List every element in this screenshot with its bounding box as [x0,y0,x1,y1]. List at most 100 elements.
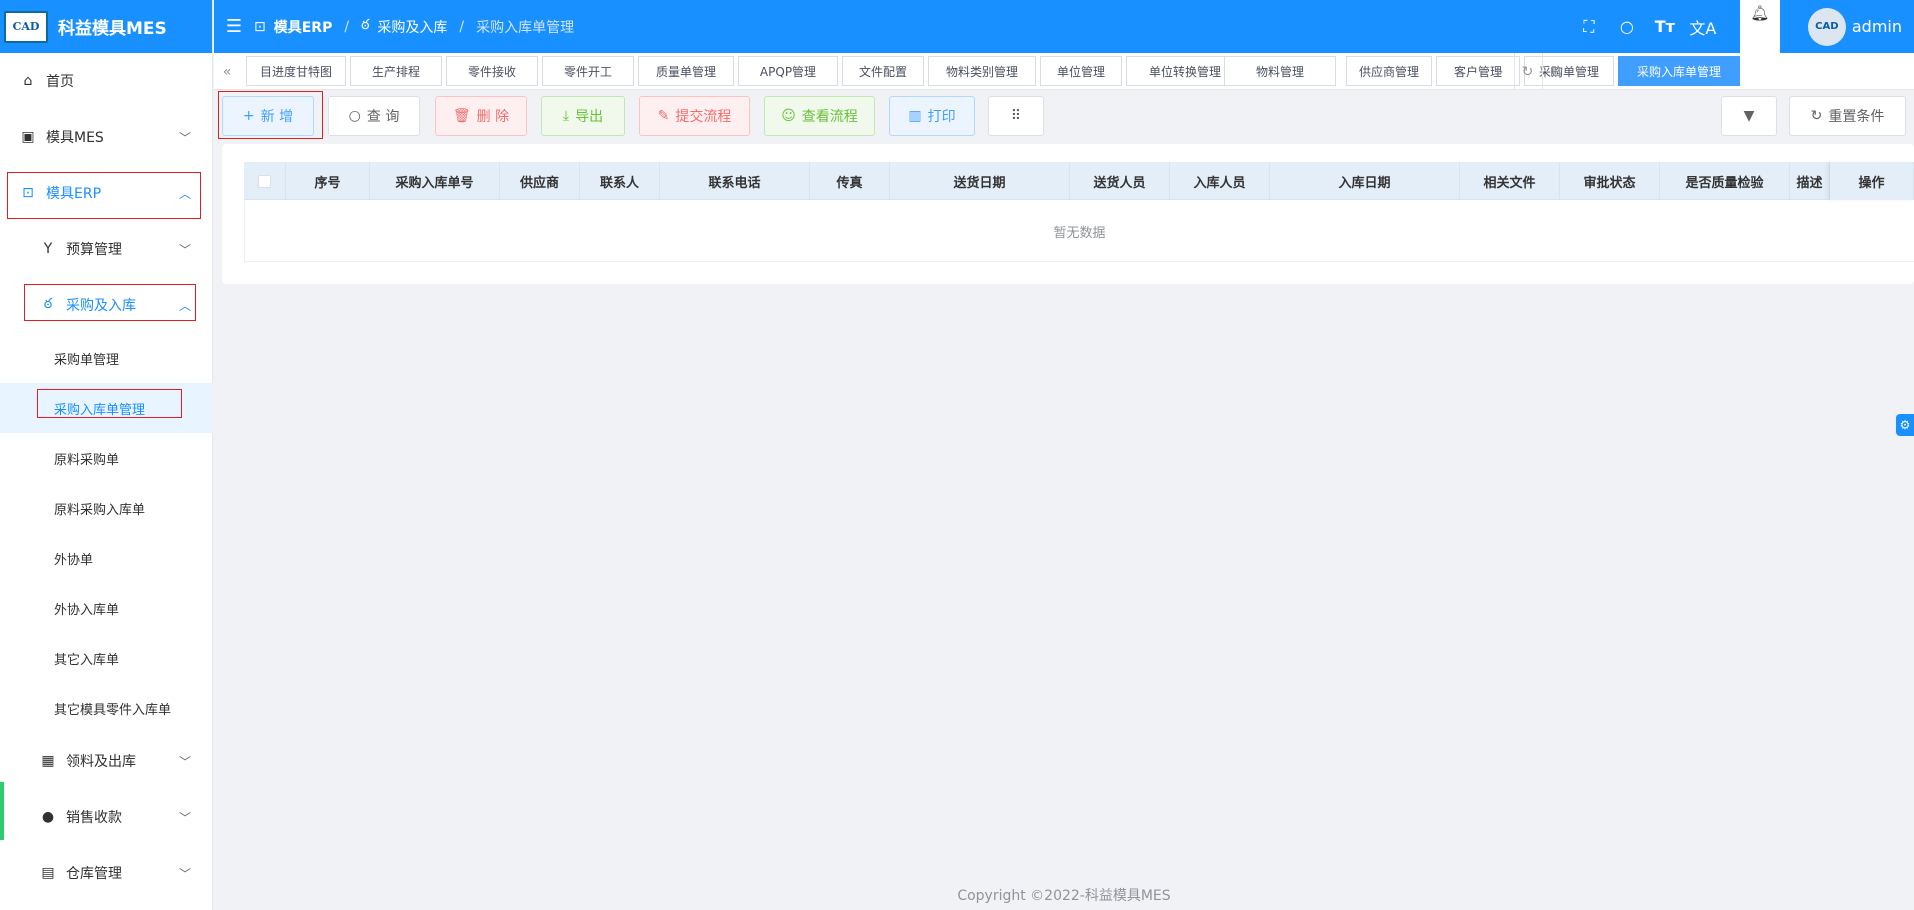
translate-icon[interactable]: 文A [1684,15,1722,39]
chevron-down-icon: ﹀ [178,242,191,257]
column-header: 联系电话 [660,162,810,200]
sidebar-item-erp[interactable]: ⊡ 模具ERP ︿ [0,165,213,221]
sidebar-item-label: 仓库管理 [66,866,122,882]
sidebar-item-label: 首页 [46,74,74,90]
smile-icon: ☺ [781,108,796,124]
chevron-down-icon: ﹀ [178,810,191,825]
column-header: 送货人员 [1070,162,1170,200]
sidebar-item-sales[interactable]: ● 销售收款 ﹀ [0,789,213,845]
sidebar-item-label: 模具ERP [46,186,102,202]
tab-item[interactable]: 供应商管理 [1346,56,1432,86]
tab-item[interactable]: 物料管理 [1224,56,1336,86]
tab-item[interactable]: 质量单管理 [638,56,734,86]
submit-flow-button[interactable]: ✎ 提交流程 [639,96,750,136]
username[interactable]: admin [1852,17,1902,36]
breadcrumb-item[interactable]: 模具ERP [274,17,333,37]
breadcrumb-separator: / [459,18,465,35]
cocktail-icon: Y [43,241,53,257]
shopping-bag-icon: ⊡ [22,185,34,201]
column-header: 联系人 [580,162,660,200]
add-button[interactable]: + 新 增 [222,96,314,136]
view-flow-button[interactable]: ☺ 查看流程 [764,96,875,136]
breadcrumb-item[interactable]: 采购及入库 [377,17,447,37]
select-all-cell [244,162,286,200]
bicycle-icon: ఠ [361,17,370,33]
sidebar-item-raw-purchase[interactable]: 原料采购单 [0,433,213,483]
column-header: 入库人员 [1170,162,1270,200]
avatar[interactable]: CAD [1807,7,1846,46]
tab-item[interactable]: 采购入库单管理 [1618,56,1740,86]
tabs-scroll-left-icon[interactable]: « [214,53,240,90]
dropdown-button[interactable]: ▼ [1721,96,1777,136]
tab-item[interactable]: 物料类别管理 [928,56,1036,86]
company-logo: CAD [4,10,48,43]
footer-copyright: Copyright ©2022-科益模具MES [957,888,1171,904]
column-header: 序号 [286,162,370,200]
breadcrumb: ⊡ 模具ERP / ఠ 采购及入库 / 采购入库单管理 [254,17,574,37]
breadcrumb-separator: / [344,18,350,35]
menu-toggle-icon[interactable]: ☰ [214,16,254,37]
sidebar-item-outsource[interactable]: 外协单 [0,533,213,583]
reset-button[interactable]: ↻ 重置条件 [1789,96,1906,136]
user-icon: ● [41,809,55,825]
column-header: 是否质量检验 [1660,162,1790,200]
sidebar-item-purchase[interactable]: ఠ 采购及入库 ︿ [0,277,213,333]
font-size-icon[interactable]: Tт [1646,17,1684,36]
edit-icon: ✎ [657,108,670,124]
sidebar-item-warehouse[interactable]: ▤ 仓库管理 ﹀ [0,845,213,901]
select-all-checkbox[interactable] [258,174,271,188]
grid-icon: ⠿ [1010,108,1022,124]
tabs-scroll-right-icon[interactable]: » [1486,53,1512,90]
sidebar-item-other-receipt[interactable]: 其它入库单 [0,633,213,683]
delete-button[interactable]: 🗑︎ 删 除 [435,96,527,136]
sidebar-item-outsource-receipt[interactable]: 外协入库单 [0,583,213,633]
sidebar-item-material-out[interactable]: ▦ 领料及出库 ﹀ [0,733,213,789]
empty-text: 暂无数据 [1053,225,1106,241]
sidebar-item-raw-receipt[interactable]: 原料采购入库单 [0,483,213,533]
sidebar-item-label: 预算管理 [66,242,122,258]
tab-item[interactable]: 零件接收 [446,56,538,86]
tab-item[interactable]: 生产排程 [350,56,442,86]
header-actions: ⛶ ○ Tт 文A 🔔︎ CAD admin [1570,0,1914,53]
search-icon: ○ [348,108,361,124]
column-header: 送货日期 [890,162,1070,200]
tab-item[interactable]: 文件配置 [842,56,924,86]
tab-item[interactable]: APQP管理 [738,56,838,86]
chevron-up-icon: ︿ [178,186,191,201]
query-button[interactable]: ○ 查 询 [328,96,420,136]
column-header: 入库日期 [1270,162,1460,200]
caret-down-icon: ▼ [1743,108,1755,124]
breadcrumb-current: 采购入库单管理 [476,19,575,36]
tab-item[interactable]: 零件开工 [542,56,634,86]
columns-button[interactable]: ⠿ [988,96,1044,136]
sidebar-item-purchase-receipt[interactable]: 采购入库单管理 [0,383,213,433]
export-button[interactable]: ⤓ 导出 [541,96,625,136]
refresh-icon[interactable]: ↻ [1514,53,1540,90]
table-header: 序号 采购入库单号 供应商 联系人 联系电话 传真 送货日期 送货人员 入库人员 入库日期 相关文件… [244,162,1914,200]
search-icon[interactable]: ○ [1608,17,1646,36]
grid-icon[interactable]: ⊞ [1542,53,1568,90]
fullscreen-icon[interactable]: ⛶ [1570,17,1608,37]
sidebar-item-home[interactable]: ⌂ 首页 [0,53,213,109]
sidebar-item-label: 模具MES [46,130,104,146]
sidebar-item-other-mold-receipt[interactable]: 其它模具零件入库单 [0,683,213,733]
bag-icon: ⊡ [254,18,266,35]
refresh-icon: ↻ [1810,108,1823,124]
download-icon: ⤓ [562,108,570,124]
side-indicator [0,782,4,840]
tab-item[interactable]: 目进度甘特图 [246,56,346,86]
sidebar-item-budget[interactable]: Y 预算管理 ﹀ [0,221,213,277]
tab-item[interactable]: 单位管理 [1040,56,1122,86]
sidebar-item-mes[interactable]: ▣ 模具MES ﹀ [0,109,213,165]
sidebar-item-purchase-order[interactable]: 采购单管理 [0,333,213,383]
column-header: 审批状态 [1560,162,1660,200]
bell-icon[interactable]: 🔔︎ [1739,0,1780,53]
column-header: 描述 [1790,162,1830,200]
building-icon: ▦ [41,753,55,769]
settings-gear-icon[interactable]: ⚙ [1896,414,1914,436]
sidebar-item-label: 领料及出库 [66,754,136,770]
tabs-bar: « 目进度甘特图 生产排程 零件接收 零件开工 质量单管理 APQP管理 文件配置 物料类别管… [214,53,1914,90]
print-button[interactable]: ▥ 打印 [889,96,975,136]
sidebar-item-label: 销售收款 [66,810,122,826]
trash-icon: 🗑︎ [452,108,471,124]
